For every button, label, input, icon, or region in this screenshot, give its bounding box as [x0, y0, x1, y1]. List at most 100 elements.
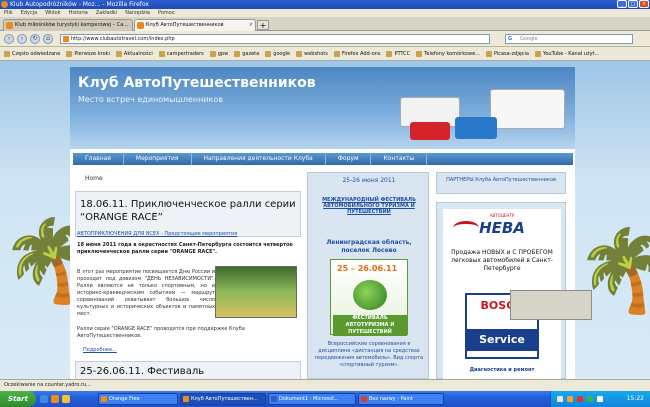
menu-home[interactable]: Главная: [73, 153, 124, 165]
ie-icon[interactable]: [40, 395, 48, 403]
menu-history[interactable]: Historia: [69, 9, 88, 17]
ad-top-text: АВТОЦЕНТР: [489, 213, 515, 218]
menu-forum[interactable]: Форум: [326, 153, 372, 165]
bookmark-item[interactable]: campertraders: [158, 50, 204, 57]
reload-icon[interactable]: ↻: [30, 34, 40, 44]
post-body-2: Ралли серии "ORANGE RACE" проводятся при…: [77, 326, 245, 339]
google-icon: G: [508, 36, 513, 42]
bookmark-icon: [386, 50, 393, 57]
firefox-icon: [183, 396, 189, 402]
tab-camper-club[interactable]: Klub miłośników turystyki kamperowej – C…: [3, 19, 133, 31]
tray-icon[interactable]: [577, 396, 583, 402]
menu-events[interactable]: Мероприятия: [124, 153, 192, 165]
bookmark-icon: [485, 50, 492, 57]
paint-icon: [361, 396, 367, 402]
site-title[interactable]: Клуб АвтоПутешественников: [78, 75, 316, 91]
site-menu: Главная Мероприятия Направления деятельн…: [73, 153, 573, 165]
event-date: 25-26 июня 2011: [342, 177, 396, 184]
address-bar[interactable]: http://www.clubautotravel.com/index.php: [60, 34, 490, 44]
task-firefox[interactable]: Клуб АвтоПутешествен...: [180, 393, 266, 405]
search-placeholder: Google: [520, 36, 538, 42]
menu-activities[interactable]: Направления деятельности Клуба: [192, 153, 326, 165]
tab-label: Klub miłośników turystyki kamperowej – C…: [15, 22, 129, 28]
forward-icon[interactable]: ›: [17, 34, 27, 44]
breadcrumb[interactable]: Home: [85, 175, 103, 182]
task-word[interactable]: Dokument1 - Microsof...: [268, 393, 356, 405]
post-header-2: 25-26.06.11. Фестиваль: [75, 361, 301, 379]
back-icon[interactable]: ‹: [4, 34, 14, 44]
bookmark-item[interactable]: Picasa-zdjęcia: [485, 50, 529, 57]
event-title-link[interactable]: МЕЖДУНАРОДНЫЙ ФЕСТИВАЛЬ АВТОМОБИЛЬНОГО Т…: [312, 197, 426, 215]
tab-label: Клуб АвтоПутешественников: [146, 22, 224, 28]
task-paint[interactable]: Bez nazwy - Paint: [358, 393, 444, 405]
site-identity-icon: [63, 36, 69, 42]
window-titlebar: Klub Autopodróżników - Moz... - Mozilla …: [0, 0, 650, 9]
bookmark-item[interactable]: webshots: [296, 50, 328, 57]
bookmarks-toolbar: Często odwiedzane Pierwsze kroki Aktualn…: [0, 47, 650, 61]
bosch-bottom: Service: [467, 329, 537, 351]
bookmark-item[interactable]: PTTCC: [386, 50, 410, 57]
menu-help[interactable]: Pomoc: [158, 9, 175, 17]
minimize-button[interactable]: _: [617, 0, 627, 8]
task-orange-free[interactable]: Orange Free: [98, 393, 178, 405]
post-categories[interactable]: АВТОПРИКЛЮЧЕНИЯ ДЛЯ ВСЕХ - Предстоящие м…: [77, 231, 237, 237]
menu-contacts[interactable]: Контакты: [371, 153, 428, 165]
new-tab-button[interactable]: +: [257, 20, 269, 30]
site-header: Клуб АвтоПутешественников Место встреч е…: [70, 67, 575, 149]
maximize-button[interactable]: □: [628, 0, 638, 8]
tray-icon[interactable]: [557, 396, 563, 402]
search-input[interactable]: G Google: [505, 34, 633, 44]
event-poster[interactable]: 25 – 26.06.11 ФЕСТИВАЛЬ АВТОТУРИЗМА И ПУ…: [330, 259, 408, 336]
car-image: [410, 122, 450, 140]
bookmark-item[interactable]: gpw: [209, 50, 228, 57]
bookmark-item[interactable]: google: [265, 50, 290, 57]
camper-image: [490, 89, 565, 129]
firefox-icon[interactable]: [51, 395, 59, 403]
bookmark-item[interactable]: Firefox Add-ons: [333, 50, 380, 57]
bookmark-item[interactable]: YouTube - Kanał użyt...: [534, 50, 599, 57]
read-more-link[interactable]: Подробнее...: [83, 347, 117, 353]
post-lead: 18 июня 2011 года в окрестностях Санкт-П…: [77, 242, 293, 255]
ad-footer: Диагностика и ремонт: [469, 367, 535, 373]
speaker-icon[interactable]: [597, 396, 603, 402]
bookmark-item[interactable]: gazeta: [234, 50, 259, 57]
close-button[interactable]: ×: [639, 0, 649, 8]
poster-date: 25 – 26.06.11: [337, 264, 398, 273]
partners-heading: ПАРТНЕРЫ Клуба АвтоПутешественников: [436, 172, 566, 194]
menu-bookmarks[interactable]: Zakładki: [96, 9, 117, 17]
bookmark-item[interactable]: Często odwiedzane: [4, 50, 60, 57]
menu-tools[interactable]: Narzędzia: [125, 9, 150, 17]
event-sidebar: 25-26 июня 2011 МЕЖДУНАРОДНЫЙ ФЕСТИВАЛЬ …: [307, 172, 429, 379]
bookmark-icon: [296, 50, 303, 57]
tab-autotravel[interactable]: Клуб АвтоПутешественников ×: [134, 19, 256, 31]
tray-icon[interactable]: [587, 396, 593, 402]
navigation-toolbar: ‹ › ↻ ⌂ http://www.clubautotravel.com/in…: [0, 31, 650, 47]
clock[interactable]: 15:22: [627, 391, 644, 407]
start-button[interactable]: Start: [0, 391, 36, 407]
bookmark-icon: [115, 50, 122, 57]
tray-icon[interactable]: [567, 396, 573, 402]
poster-text: ФЕСТИВАЛЬ АВТОТУРИЗМА И ПУТЕШЕСТВИЙ: [333, 315, 407, 336]
bookmark-item[interactable]: Pierwsze kroki: [66, 50, 110, 57]
home-icon[interactable]: ⌂: [43, 34, 53, 44]
menu-view[interactable]: Widok: [45, 9, 60, 17]
ad-text: Продажа НОВЫХ и С ПРОБЕГОМ легковых авто…: [451, 249, 553, 272]
tab-bar: Klub miłośników turystyki kamperowej – C…: [0, 17, 650, 31]
status-text: Oczekiwanie na counter.yadro.ru...: [4, 382, 91, 388]
post-title[interactable]: 18.06.11. Приключенческое ралли серии “O…: [80, 198, 300, 224]
menu-edit[interactable]: Edycja: [21, 9, 38, 17]
main-content: Home 18.06.11. Приключенческое ралли сер…: [73, 169, 301, 379]
post-title-2[interactable]: 25-26.06.11. Фестиваль: [80, 366, 204, 377]
bookmark-item[interactable]: Telefony komórkowe...: [416, 50, 480, 57]
menu-file[interactable]: Plik: [4, 9, 13, 17]
bookmark-icon: [209, 50, 216, 57]
page-viewport[interactable]: 🌴 🌴 Клуб АвтоПутешественников Место встр…: [0, 61, 650, 379]
folder-icon[interactable]: [62, 395, 70, 403]
window-controls: _ □ ×: [617, 0, 649, 8]
word-icon: [271, 396, 277, 402]
orange-icon: [101, 396, 107, 402]
bookmark-item[interactable]: Aktualności: [115, 50, 153, 57]
close-tab-icon[interactable]: ×: [249, 20, 253, 31]
menubar: Plik Edycja Widok Historia Zakładki Narz…: [0, 9, 650, 17]
bookmark-icon: [66, 50, 73, 57]
